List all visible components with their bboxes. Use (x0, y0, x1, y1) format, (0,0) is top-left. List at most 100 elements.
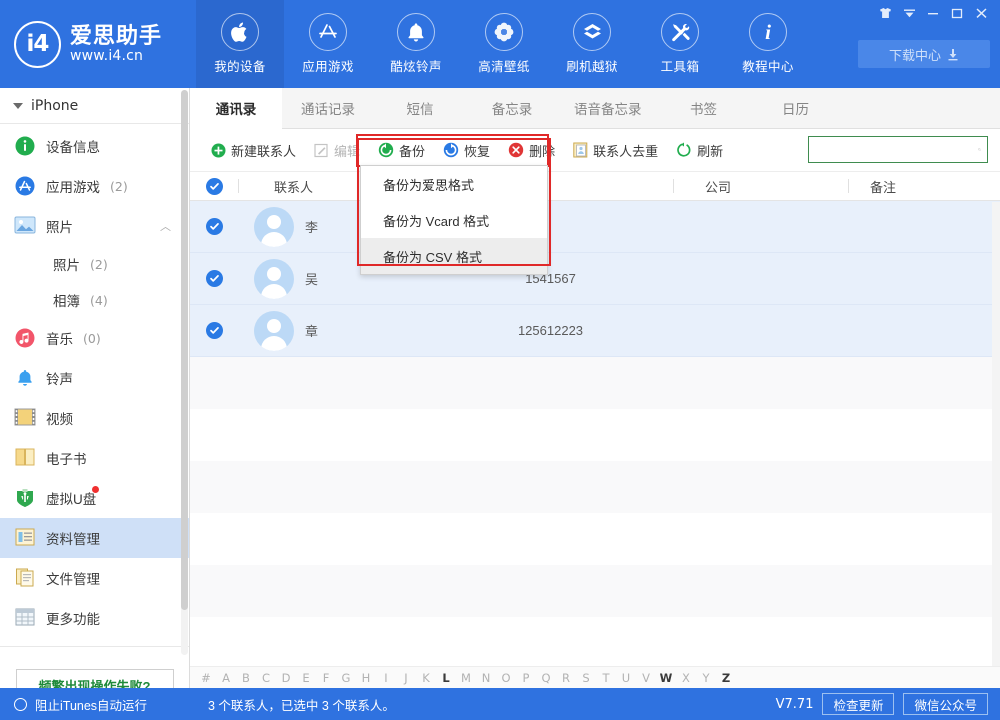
sidebar-item-ebooks[interactable]: 电子书 (0, 438, 189, 478)
sidebar-scrollbar[interactable] (181, 90, 188, 655)
sidebar-item-more-features[interactable]: 更多功能 (0, 598, 189, 638)
empty-row (190, 513, 1000, 565)
alpha-t[interactable]: T (596, 671, 616, 685)
nav-item-ringtones[interactable]: 酷炫铃声 (372, 0, 460, 88)
device-selector[interactable]: iPhone (0, 88, 189, 124)
table-row[interactable]: 吴 1541567 (190, 253, 1000, 305)
tab-bookmarks[interactable]: 书签 (658, 88, 750, 128)
backup-button[interactable]: 备份 (369, 136, 434, 164)
maximize-icon[interactable] (946, 4, 968, 22)
tab-voice-memos[interactable]: 语音备忘录 (558, 88, 658, 128)
nav-item-apps-games[interactable]: 应用游戏 (284, 0, 372, 88)
tab-call-history[interactable]: 通话记录 (282, 88, 374, 128)
select-all-checkbox[interactable] (190, 172, 238, 200)
check-update-button[interactable]: 检查更新 (822, 693, 894, 715)
sidebar-item-apps-games[interactable]: 应用游戏 (2) (0, 166, 189, 206)
alpha-g[interactable]: G (336, 671, 356, 685)
alpha-a[interactable]: A (216, 671, 236, 685)
refresh-button[interactable]: 刷新 (667, 136, 732, 164)
status-bar: 阻止iTunes自动运行 3 个联系人，已选中 3 个联系人。 V7.71 检查… (0, 688, 1000, 720)
chevron-down-icon[interactable] (898, 4, 920, 22)
alpha-r[interactable]: R (556, 671, 576, 685)
alpha-p[interactable]: P (516, 671, 536, 685)
search-input[interactable] (817, 143, 978, 157)
restore-button[interactable]: 恢复 (434, 136, 499, 164)
empty-row (190, 409, 1000, 461)
nav-item-my-device[interactable]: 我的设备 (196, 0, 284, 88)
alpha-d[interactable]: D (276, 671, 296, 685)
nav-label: 教程中心 (742, 56, 794, 75)
chevron-up-icon[interactable]: ︿ (160, 218, 171, 234)
alpha-f[interactable]: F (316, 671, 336, 685)
alpha-m[interactable]: M (456, 671, 476, 685)
nav-item-wallpapers[interactable]: 高清壁纸 (460, 0, 548, 88)
sidebar-item-albums[interactable]: 相簿 (4) (0, 282, 189, 318)
sidebar-item-file-management[interactable]: 文件管理 (0, 558, 189, 598)
alpha-l[interactable]: L (436, 671, 456, 685)
tab-label: 备忘录 (492, 98, 533, 118)
table-row[interactable]: 章 125612223 (190, 305, 1000, 357)
row-checkbox[interactable] (190, 322, 238, 339)
alpha-n[interactable]: N (476, 671, 496, 685)
minimize-icon[interactable] (922, 4, 944, 22)
alpha-k[interactable]: K (416, 671, 436, 685)
sidebar-item-device-info[interactable]: 设备信息 (0, 126, 189, 166)
nav-item-tutorials[interactable]: i 教程中心 (724, 0, 812, 88)
sidebar-item-photos[interactable]: 照片 ︿ (0, 206, 189, 246)
sidebar-item-videos[interactable]: 视频 (0, 398, 189, 438)
menu-item-backup-i4-format[interactable]: 备份为爱思格式 (361, 166, 547, 202)
dedupe-contacts-button[interactable]: 联系人去重 (564, 136, 667, 164)
sidebar-item-photos-sub[interactable]: 照片 (2) (0, 246, 189, 282)
wechat-button[interactable]: 微信公众号 (903, 693, 988, 715)
row-checkbox[interactable] (190, 218, 238, 235)
menu-item-backup-vcard-format[interactable]: 备份为 Vcard 格式 (361, 202, 547, 238)
alpha-x[interactable]: X (676, 671, 696, 685)
alpha-o[interactable]: O (496, 671, 516, 685)
alpha-u[interactable]: U (616, 671, 636, 685)
tab-label: 通讯录 (216, 98, 257, 118)
alpha-hash[interactable]: # (196, 671, 216, 685)
table-row[interactable]: 李 (190, 201, 1000, 253)
delete-button[interactable]: 删除 (499, 136, 564, 164)
menu-item-backup-csv-format[interactable]: 备份为 CSV 格式 (361, 238, 547, 274)
alpha-c[interactable]: C (256, 671, 276, 685)
alpha-y[interactable]: Y (696, 671, 716, 685)
alpha-j[interactable]: J (396, 671, 416, 685)
sidebar-item-music[interactable]: 音乐 (0) (0, 318, 189, 358)
alpha-e[interactable]: E (296, 671, 316, 685)
download-center-button[interactable]: 下载中心 (858, 40, 990, 68)
sidebar-item-ringtones[interactable]: 铃声 (0, 358, 189, 398)
sidebar-item-data-management[interactable]: 资料管理 (0, 518, 189, 558)
alpha-s[interactable]: S (576, 671, 596, 685)
alpha-q[interactable]: Q (536, 671, 556, 685)
search-box[interactable] (808, 136, 988, 163)
tab-sms[interactable]: 短信 (374, 88, 466, 128)
tab-notes[interactable]: 备忘录 (466, 88, 558, 128)
alpha-z[interactable]: Z (716, 671, 736, 685)
block-itunes-toggle[interactable]: 阻止iTunes自动运行 (0, 695, 190, 714)
tab-calendar[interactable]: 日历 (750, 88, 842, 128)
tab-label: 通话记录 (301, 98, 355, 118)
edit-button[interactable]: 编辑 (305, 136, 369, 164)
sidebar-item-virtual-usb[interactable]: 虚拟U盘 (0, 478, 189, 518)
alpha-w[interactable]: W (656, 671, 676, 685)
alpha-v[interactable]: V (636, 671, 656, 685)
nav-item-toolbox[interactable]: 工具箱 (636, 0, 724, 88)
nav-item-flash-jailbreak[interactable]: 刷机越狱 (548, 0, 636, 88)
column-header-company[interactable]: 公司 (673, 172, 848, 200)
checkbox-checked-icon (206, 270, 223, 287)
column-header-note[interactable]: 备注 (848, 172, 998, 200)
new-contact-button[interactable]: 新建联系人 (202, 136, 305, 164)
appstore-circle-icon (14, 175, 36, 197)
refresh-icon (676, 142, 692, 158)
row-checkbox[interactable] (190, 270, 238, 287)
data-icon (14, 527, 36, 549)
video-icon (14, 407, 36, 429)
alpha-h[interactable]: H (356, 671, 376, 685)
alpha-i[interactable]: I (376, 671, 396, 685)
alpha-b[interactable]: B (236, 671, 256, 685)
tab-contacts[interactable]: 通讯录 (190, 88, 282, 129)
close-icon[interactable] (970, 4, 992, 22)
content-scrollbar[interactable] (992, 202, 1000, 688)
skin-icon[interactable] (874, 4, 896, 22)
